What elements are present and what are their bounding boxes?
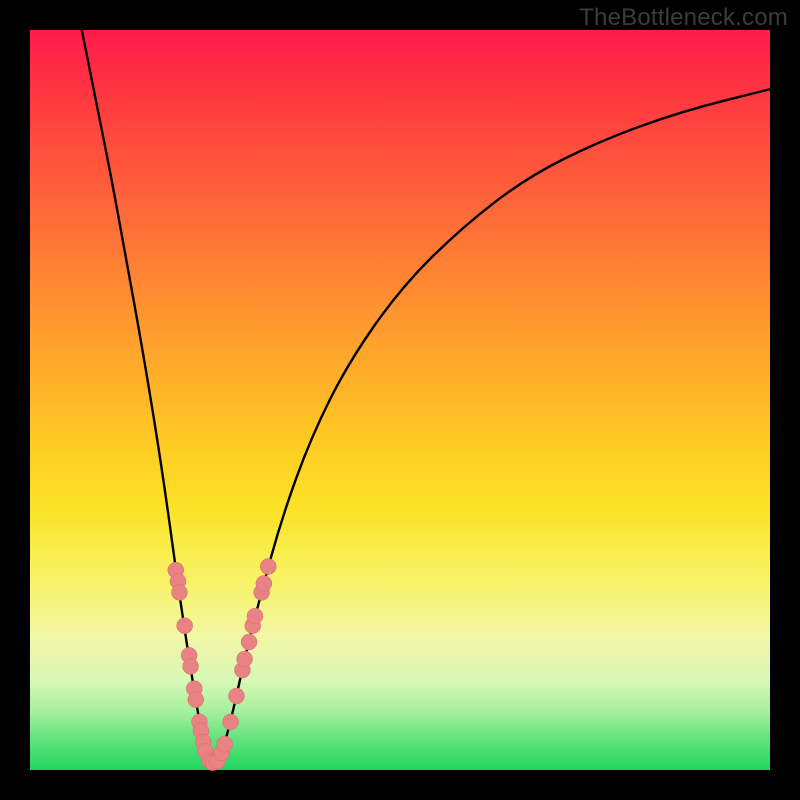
data-marker [228,688,244,704]
data-marker [188,692,204,708]
data-marker [260,559,276,575]
data-marker [223,714,239,730]
watermark-text: TheBottleneck.com [579,4,788,32]
data-marker [171,584,187,600]
data-marker [237,651,253,667]
chart-frame: TheBottleneck.com [0,0,800,800]
data-marker [247,608,263,624]
bottleneck-curve-svg [30,30,770,770]
marker-group [168,559,277,771]
data-marker [217,736,233,752]
data-marker [177,618,193,634]
data-marker [183,658,199,674]
data-marker [256,576,272,592]
plot-area [30,30,770,770]
data-marker [241,634,257,650]
